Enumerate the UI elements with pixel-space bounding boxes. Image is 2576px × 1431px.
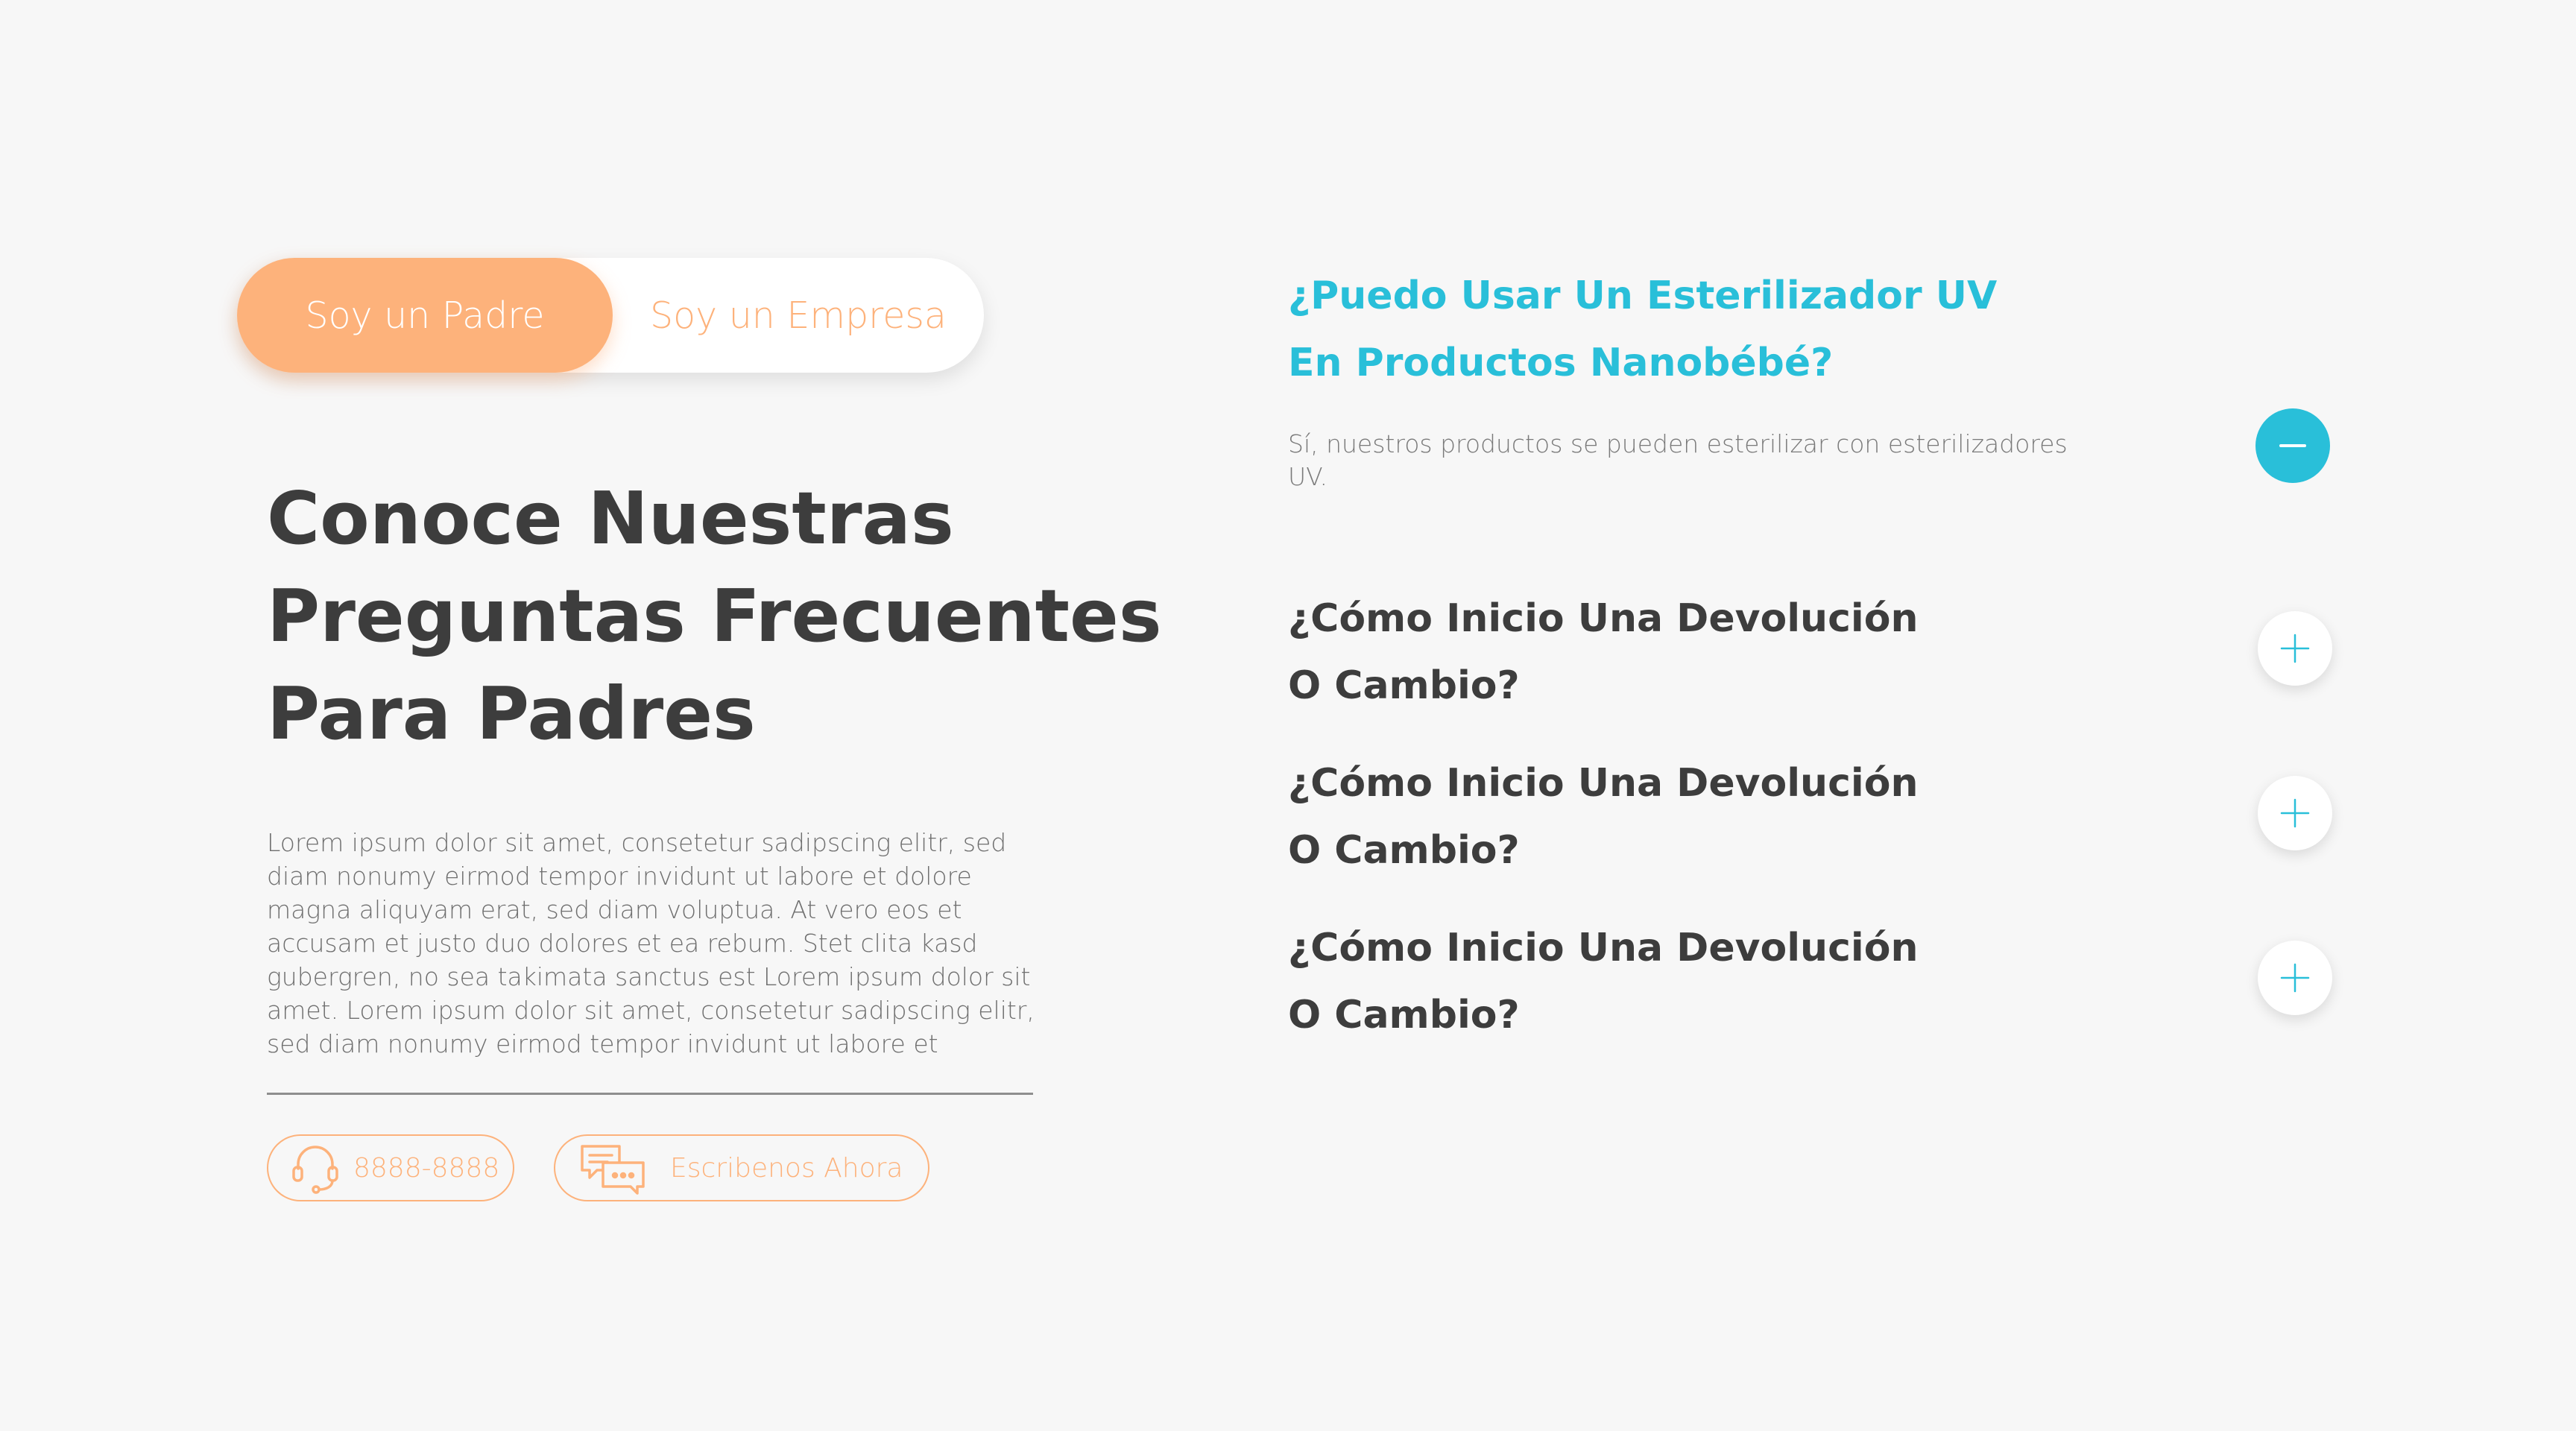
faq-question-line-1: ¿Cómo Inicio Una Devolución: [1288, 596, 1919, 641]
faq-question-item[interactable]: ¿Cómo Inicio Una Devolución O Cambio?: [1288, 585, 2145, 719]
toggle-soy-padre[interactable]: Soy un Padre: [237, 258, 613, 373]
divider: [267, 1093, 1033, 1095]
faq-question-line-1: ¿Puedo Usar Un Esterilizador UV: [1288, 274, 1998, 318]
chat-bubbles-icon: [578, 1140, 649, 1195]
faq-question-line-2: O Cambio?: [1288, 828, 1520, 873]
plus-icon: [2280, 798, 2310, 828]
faq-question-item[interactable]: ¿Cómo Inicio Una Devolución O Cambio?: [1288, 750, 2145, 884]
plus-icon: [2280, 963, 2310, 993]
faq-expand-button[interactable]: [2258, 941, 2332, 1015]
page-title: Conoce Nuestras Preguntas Frecuentes Par…: [267, 470, 1162, 762]
plus-icon: [2280, 634, 2310, 663]
faq-answer: Sí, nuestros productos se pueden esteril…: [1288, 429, 2068, 491]
page-title-line-1: Conoce Nuestras: [267, 476, 954, 560]
faq-question-line-2: O Cambio?: [1288, 993, 1520, 1037]
minus-icon: [2279, 444, 2306, 447]
write-us-label: Escribenos Ahora: [670, 1152, 903, 1184]
phone-contact-button[interactable]: 8888-8888: [267, 1134, 514, 1201]
toggle-soy-empresa[interactable]: Soy un Empresa: [613, 258, 984, 373]
headset-icon: [288, 1140, 343, 1195]
audience-toggle: Soy un Padre Soy un Empresa: [237, 258, 984, 373]
faq-question-line-2: O Cambio?: [1288, 663, 1520, 708]
faq-question-line-2: En Productos Nanobébé?: [1288, 341, 1834, 385]
faq-collapse-button[interactable]: [2255, 408, 2330, 483]
write-us-button[interactable]: Escribenos Ahora: [554, 1134, 929, 1201]
page-title-line-2: Preguntas Frecuentes: [267, 574, 1162, 658]
faq-expand-button[interactable]: [2258, 611, 2332, 686]
faq-expand-button[interactable]: [2258, 776, 2332, 850]
faq-page: Soy un Padre Soy un Empresa Conoce Nuest…: [0, 0, 2576, 1431]
faq-question-line-1: ¿Cómo Inicio Una Devolución: [1288, 926, 1919, 970]
page-title-line-3: Para Padres: [267, 672, 756, 756]
phone-number-label: 8888-8888: [353, 1152, 500, 1184]
faq-question-open[interactable]: ¿Puedo Usar Un Esterilizador UV En Produ…: [1288, 262, 2145, 397]
intro-paragraph: Lorem ipsum dolor sit amet, consetetur s…: [267, 828, 1035, 1058]
faq-question-item[interactable]: ¿Cómo Inicio Una Devolución O Cambio?: [1288, 914, 2145, 1049]
faq-question-line-1: ¿Cómo Inicio Una Devolución: [1288, 761, 1919, 806]
